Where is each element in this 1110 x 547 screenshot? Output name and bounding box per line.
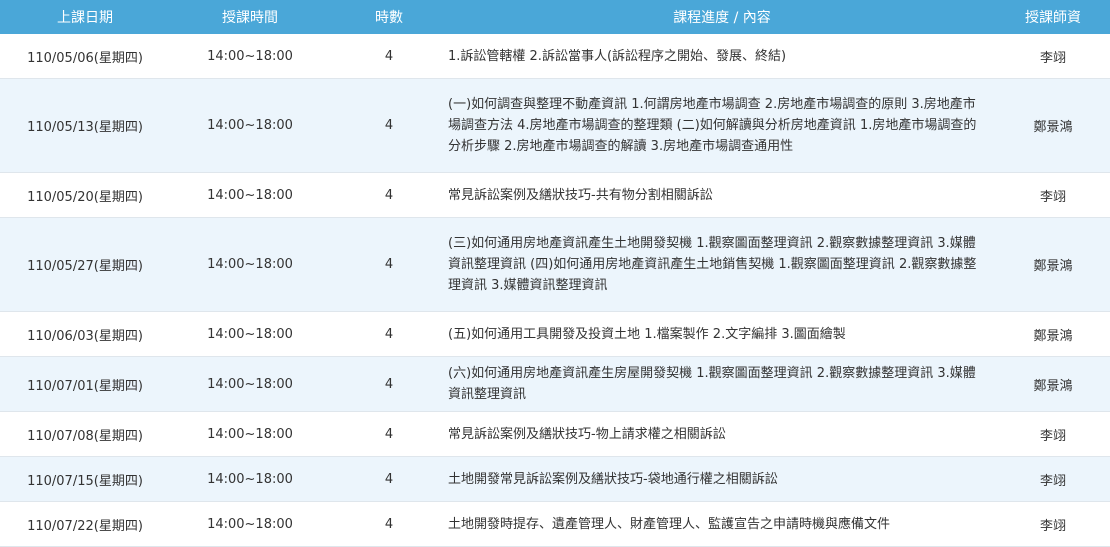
cell-hours: 4 bbox=[330, 411, 448, 457]
table-row: 110/07/08(星期四) 14:00~18:00 4 常見訴訟案例及繕狀技巧… bbox=[0, 411, 1110, 457]
header-teacher: 授課師資 bbox=[996, 0, 1110, 34]
cell-date: 110/05/27(星期四) bbox=[0, 217, 170, 312]
header-row: 上課日期 授課時間 時數 課程進度 / 內容 授課師資 bbox=[0, 0, 1110, 34]
cell-teacher: 鄭景鴻 bbox=[996, 356, 1110, 412]
cell-content: 土地開發時提存、遺產管理人、財產管理人、監護宣告之申請時機與應備文件 bbox=[448, 501, 996, 547]
cell-teacher: 李翊 bbox=[996, 34, 1110, 79]
cell-teacher: 李翊 bbox=[996, 411, 1110, 457]
cell-teacher: 李翊 bbox=[996, 501, 1110, 547]
course-schedule-table: 上課日期 授課時間 時數 課程進度 / 內容 授課師資 110/05/06(星期… bbox=[0, 0, 1110, 547]
table-header: 上課日期 授課時間 時數 課程進度 / 內容 授課師資 bbox=[0, 0, 1110, 34]
cell-time: 14:00~18:00 bbox=[170, 501, 330, 547]
cell-content: 1.訴訟管轄權 2.訴訟當事人(訴訟程序之開始、發展、終結) bbox=[448, 34, 996, 79]
cell-hours: 4 bbox=[330, 456, 448, 502]
table-row: 110/05/06(星期四) 14:00~18:00 4 1.訴訟管轄權 2.訴… bbox=[0, 34, 1110, 79]
cell-date: 110/07/08(星期四) bbox=[0, 411, 170, 457]
cell-date: 110/07/01(星期四) bbox=[0, 356, 170, 412]
cell-content: 土地開發常見訴訟案例及繕狀技巧-袋地通行權之相關訴訟 bbox=[448, 456, 996, 502]
table-row: 110/05/13(星期四) 14:00~18:00 4 (一)如何調查與整理不… bbox=[0, 78, 1110, 173]
cell-teacher: 鄭景鴻 bbox=[996, 78, 1110, 173]
table-row: 110/05/27(星期四) 14:00~18:00 4 (三)如何通用房地產資… bbox=[0, 217, 1110, 312]
cell-content: 常見訴訟案例及繕狀技巧-物上請求權之相關訴訟 bbox=[448, 411, 996, 457]
cell-teacher: 李翊 bbox=[996, 172, 1110, 218]
cell-date: 110/06/03(星期四) bbox=[0, 311, 170, 357]
cell-time: 14:00~18:00 bbox=[170, 456, 330, 502]
header-content: 課程進度 / 內容 bbox=[448, 0, 996, 34]
cell-time: 14:00~18:00 bbox=[170, 34, 330, 79]
table-row: 110/07/22(星期四) 14:00~18:00 4 土地開發時提存、遺產管… bbox=[0, 501, 1110, 547]
cell-hours: 4 bbox=[330, 217, 448, 312]
cell-hours: 4 bbox=[330, 172, 448, 218]
table-row: 110/07/15(星期四) 14:00~18:00 4 土地開發常見訴訟案例及… bbox=[0, 456, 1110, 502]
cell-content: (三)如何通用房地產資訊產生土地開發契機 1.觀察圖面整理資訊 2.觀察數據整理… bbox=[448, 217, 996, 312]
cell-time: 14:00~18:00 bbox=[170, 217, 330, 312]
cell-teacher: 鄭景鴻 bbox=[996, 217, 1110, 312]
table-body: 110/05/06(星期四) 14:00~18:00 4 1.訴訟管轄權 2.訴… bbox=[0, 34, 1110, 547]
cell-teacher: 鄭景鴻 bbox=[996, 311, 1110, 357]
cell-date: 110/07/22(星期四) bbox=[0, 501, 170, 547]
cell-hours: 4 bbox=[330, 356, 448, 412]
cell-time: 14:00~18:00 bbox=[170, 172, 330, 218]
header-hours: 時數 bbox=[330, 0, 448, 34]
table-row: 110/05/20(星期四) 14:00~18:00 4 常見訴訟案例及繕狀技巧… bbox=[0, 172, 1110, 218]
header-time: 授課時間 bbox=[170, 0, 330, 34]
cell-hours: 4 bbox=[330, 34, 448, 79]
table-row: 110/07/01(星期四) 14:00~18:00 4 (六)如何通用房地產資… bbox=[0, 356, 1110, 412]
cell-hours: 4 bbox=[330, 501, 448, 547]
cell-time: 14:00~18:00 bbox=[170, 311, 330, 357]
header-date: 上課日期 bbox=[0, 0, 170, 34]
cell-time: 14:00~18:00 bbox=[170, 78, 330, 173]
cell-content: (一)如何調查與整理不動產資訊 1.何謂房地產市場調查 2.房地產市場調查的原則… bbox=[448, 78, 996, 173]
cell-teacher: 李翊 bbox=[996, 456, 1110, 502]
cell-content: 常見訴訟案例及繕狀技巧-共有物分割相關訴訟 bbox=[448, 172, 996, 218]
cell-hours: 4 bbox=[330, 311, 448, 357]
cell-time: 14:00~18:00 bbox=[170, 411, 330, 457]
cell-date: 110/05/13(星期四) bbox=[0, 78, 170, 173]
cell-time: 14:00~18:00 bbox=[170, 356, 330, 412]
cell-date: 110/05/06(星期四) bbox=[0, 34, 170, 79]
cell-hours: 4 bbox=[330, 78, 448, 173]
cell-content: (六)如何通用房地產資訊產生房屋開發契機 1.觀察圖面整理資訊 2.觀察數據整理… bbox=[448, 356, 996, 412]
cell-content: (五)如何通用工具開發及投資土地 1.檔案製作 2.文字編排 3.圖面繪製 bbox=[448, 311, 996, 357]
cell-date: 110/07/15(星期四) bbox=[0, 456, 170, 502]
cell-date: 110/05/20(星期四) bbox=[0, 172, 170, 218]
table-row: 110/06/03(星期四) 14:00~18:00 4 (五)如何通用工具開發… bbox=[0, 311, 1110, 357]
